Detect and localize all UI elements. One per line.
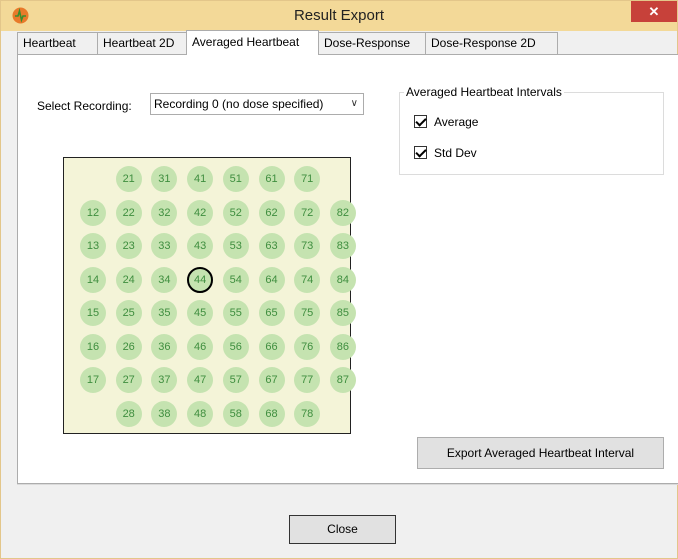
averaged-heartbeat-intervals-group: Averaged Heartbeat Intervals Average Std… [399,85,664,175]
well-37[interactable]: 37 [151,367,178,393]
select-recording-label: Select Recording: [37,99,132,113]
well-28[interactable]: 28 [115,400,142,427]
well-56[interactable]: 56 [222,333,249,360]
result-export-window: Result Export ✕ Heartbeat Heartbeat 2D A… [0,0,678,559]
title-bar[interactable]: Result Export ✕ [1,1,677,31]
well-26[interactable]: 26 [115,333,142,360]
well-24[interactable]: 24 [115,266,142,293]
tab-averaged-heartbeat[interactable]: Averaged Heartbeat [186,30,319,55]
well-52[interactable]: 52 [222,199,249,226]
tab-heartbeat-2d[interactable]: Heartbeat 2D [97,32,187,54]
group-title: Averaged Heartbeat Intervals [404,85,564,99]
well-87[interactable]: 87 [329,367,356,393]
well-42[interactable]: 42 [187,199,214,226]
well-32[interactable]: 32 [151,199,178,226]
well-34[interactable]: 34 [151,266,178,293]
close-button[interactable]: Close [289,515,396,544]
well-43[interactable]: 43 [187,233,214,259]
well-66[interactable]: 66 [258,333,285,360]
well-72[interactable]: 72 [294,199,321,226]
chevron-down-icon: ∨ [350,98,358,109]
well-85[interactable]: 85 [329,300,356,326]
well-44[interactable]: 44 [187,266,214,293]
recording-select-value: Recording 0 (no dose specified) [154,97,324,111]
well-31[interactable]: 31 [151,166,178,192]
std-dev-checkbox-row[interactable]: Std Dev [414,145,477,161]
well-13[interactable]: 13 [80,233,106,259]
well-64[interactable]: 64 [258,266,285,293]
well-82[interactable]: 82 [329,199,356,226]
tab-heartbeat[interactable]: Heartbeat [17,32,98,54]
well-22[interactable]: 22 [115,199,142,226]
well-12[interactable]: 12 [80,199,106,226]
std-dev-label: Std Dev [434,146,477,160]
well-51[interactable]: 51 [222,166,249,192]
well-53[interactable]: 53 [222,233,249,259]
tab-dose-response-2d[interactable]: Dose-Response 2D [425,32,558,54]
well-25[interactable]: 25 [115,300,142,326]
well-plate: 21 31 41 51 61 71 12 22 32 42 52 62 72 82 13 23 33 43 53 63… [63,157,356,434]
window-close-button[interactable]: ✕ [631,1,677,22]
well-71[interactable]: 71 [294,166,321,192]
well-76[interactable]: 76 [294,333,321,360]
tab-dose-response[interactable]: Dose-Response [318,32,426,54]
well-27[interactable]: 27 [115,367,142,393]
well-46[interactable]: 46 [187,333,214,360]
well-41[interactable]: 41 [187,166,214,192]
well-83[interactable]: 83 [329,233,356,259]
well-45[interactable]: 45 [187,300,214,326]
well-84[interactable]: 84 [329,266,356,293]
well-63[interactable]: 63 [258,233,285,259]
well-67[interactable]: 67 [258,367,285,393]
well-55[interactable]: 55 [222,300,249,326]
close-icon: ✕ [648,4,660,19]
export-averaged-heartbeat-interval-button[interactable]: Export Averaged Heartbeat Interval [417,437,664,469]
well-38[interactable]: 38 [151,400,178,427]
well-47[interactable]: 47 [187,367,214,393]
well-23[interactable]: 23 [115,233,142,259]
well-61[interactable]: 61 [258,166,285,192]
well-54[interactable]: 54 [222,266,249,293]
well-15[interactable]: 15 [80,300,106,326]
average-checkbox[interactable] [414,115,427,128]
well-21[interactable]: 21 [115,166,142,192]
well-48[interactable]: 48 [187,400,214,427]
average-label: Average [434,115,479,129]
std-dev-checkbox[interactable] [414,146,427,159]
well-33[interactable]: 33 [151,233,178,259]
well-77[interactable]: 77 [294,367,321,393]
well-74[interactable]: 74 [294,266,321,293]
averaged-heartbeat-panel: Select Recording: Recording 0 (no dose s… [17,54,678,484]
well-78[interactable]: 78 [294,400,321,427]
well-57[interactable]: 57 [222,367,249,393]
well-65[interactable]: 65 [258,300,285,326]
well-75[interactable]: 75 [294,300,321,326]
well-86[interactable]: 86 [329,333,356,360]
well-14[interactable]: 14 [80,266,106,293]
well-73[interactable]: 73 [294,233,321,259]
well-16[interactable]: 16 [80,333,106,360]
average-checkbox-row[interactable]: Average [414,114,478,130]
well-36[interactable]: 36 [151,333,178,360]
window-title: Result Export [293,7,385,24]
recording-select[interactable]: Recording 0 (no dose specified) ∨ [150,93,364,115]
well-35[interactable]: 35 [151,300,178,326]
well-58[interactable]: 58 [222,400,249,427]
well-68[interactable]: 68 [258,400,285,427]
well-17[interactable]: 17 [80,367,106,393]
well-62[interactable]: 62 [258,199,285,226]
divider [17,484,678,485]
